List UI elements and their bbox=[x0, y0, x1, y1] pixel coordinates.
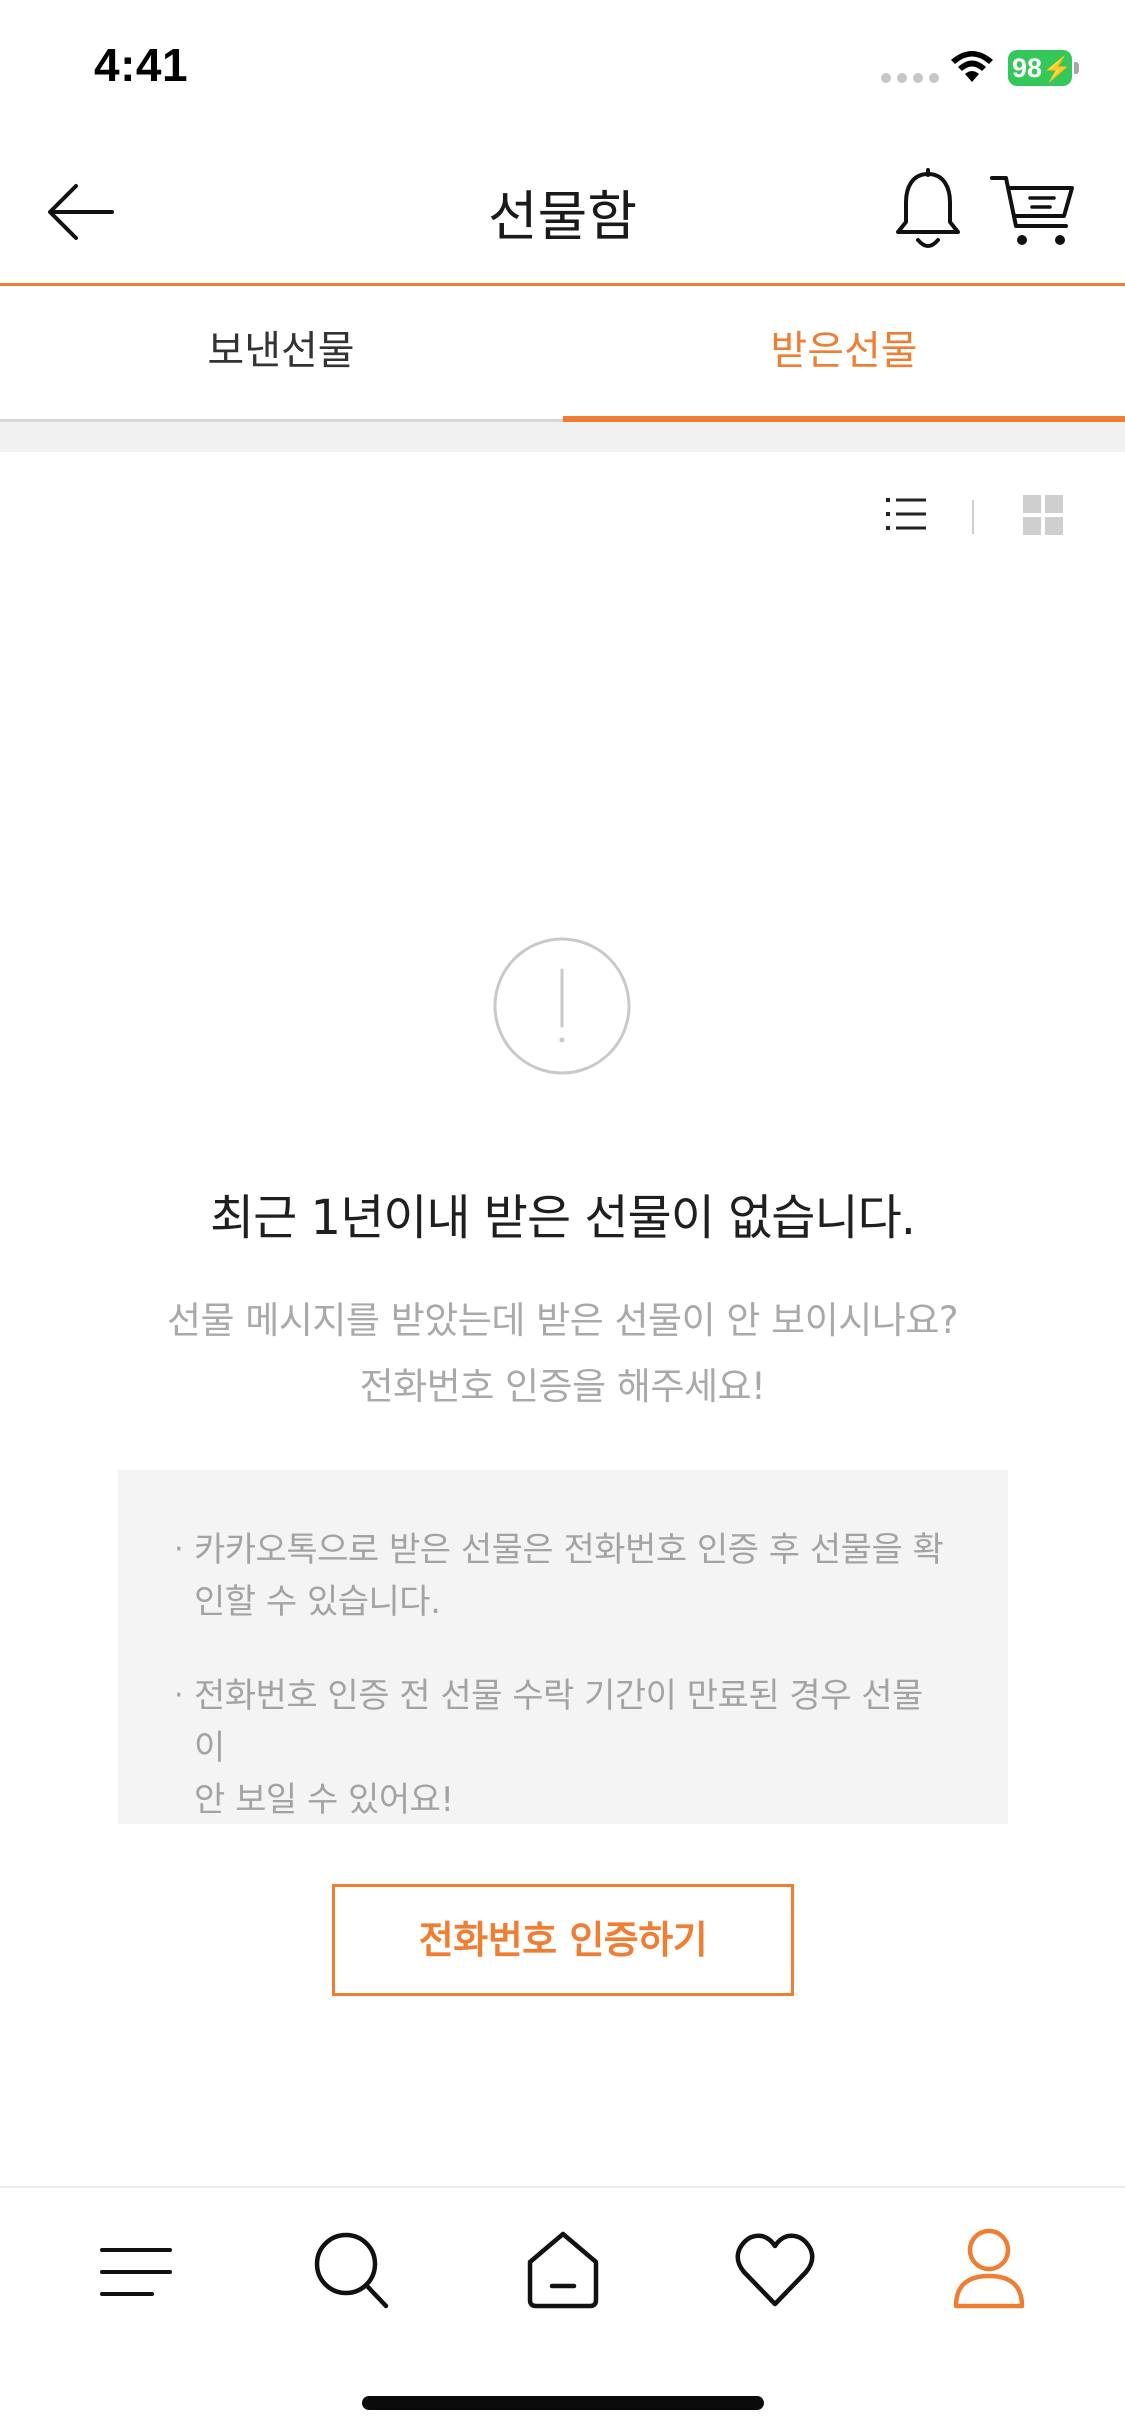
list-view-icon[interactable] bbox=[884, 492, 928, 536]
section-divider bbox=[0, 422, 1125, 452]
status-time: 4:41 bbox=[94, 39, 189, 91]
notice-text-line: 안 보일 수 있어요! bbox=[194, 1780, 454, 1820]
notice-box: · 카카오톡으로 받은 선물은 전화번호 인증 후 선물을 확 인할 수 있습니… bbox=[118, 1470, 1008, 1824]
bullet: · bbox=[174, 1678, 184, 1713]
notice-item: · 전화번호 인증 전 선물 수락 기간이 만료된 경우 선물이 안 보일 수 … bbox=[174, 1670, 948, 1826]
empty-state-description-line: 전화번호 인증을 해주세요! bbox=[359, 1365, 766, 1408]
notice-text-line: 전화번호 인증 전 선물 수락 기간이 만료된 경우 선물이 bbox=[194, 1676, 923, 1768]
home-indicator bbox=[362, 2396, 764, 2410]
wifi-icon bbox=[951, 51, 993, 82]
grid-view-icon[interactable] bbox=[1022, 494, 1064, 536]
tab-received-gifts[interactable]: 받은선물 bbox=[563, 286, 1125, 422]
search-icon[interactable] bbox=[310, 2228, 392, 2312]
notice-text-line: 카카오톡으로 받은 선물은 전화번호 인증 후 선물을 확 bbox=[194, 1530, 944, 1570]
notice-text-line: 인할 수 있습니다. bbox=[194, 1582, 441, 1622]
battery-indicator: 98⚡ bbox=[1008, 50, 1072, 86]
bullet: · bbox=[174, 1532, 184, 1567]
battery-level: 98 bbox=[1012, 53, 1043, 83]
empty-state-description-line: 선물 메시지를 받았는데 받은 선물이 안 보이시나요? bbox=[166, 1299, 959, 1342]
battery-cap bbox=[1074, 62, 1079, 74]
cellular-signal-icon bbox=[881, 73, 939, 83]
status-bar: 4:41 98⚡ bbox=[0, 0, 1125, 140]
alert-circle-icon bbox=[493, 937, 631, 1075]
empty-state-description: 선물 메시지를 받았는데 받은 선물이 안 보이시나요? 전화번호 인증을 해주… bbox=[100, 1288, 1025, 1420]
gift-tabs: 보낸선물 받은선물 bbox=[0, 286, 1125, 422]
charging-bolt-icon: ⚡ bbox=[1042, 56, 1072, 83]
tab-sent-gifts[interactable]: 보낸선물 bbox=[0, 286, 562, 422]
app-header: 선물함 bbox=[0, 140, 1125, 286]
cart-icon[interactable] bbox=[988, 170, 1078, 252]
heart-icon[interactable] bbox=[734, 2230, 816, 2310]
user-icon[interactable] bbox=[950, 2224, 1028, 2310]
bell-icon[interactable] bbox=[892, 168, 964, 254]
home-icon[interactable] bbox=[520, 2226, 606, 2312]
menu-icon[interactable] bbox=[96, 2232, 176, 2312]
notice-item: · 카카오톡으로 받은 선물은 전화번호 인증 후 선물을 확 인할 수 있습니… bbox=[174, 1524, 948, 1628]
empty-state-title: 최근 1년이내 받은 선물이 없습니다. bbox=[209, 1190, 916, 1246]
view-toggle-separator bbox=[972, 500, 974, 534]
verify-phone-button[interactable]: 전화번호 인증하기 bbox=[332, 1884, 794, 1996]
